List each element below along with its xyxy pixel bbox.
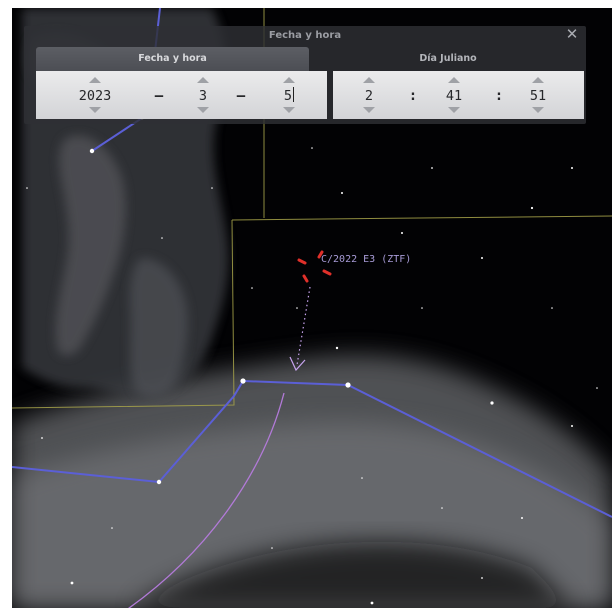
arrow-up-icon[interactable] xyxy=(197,77,209,83)
arrow-up-icon[interactable] xyxy=(283,77,295,83)
second-spinbox[interactable]: 51 xyxy=(514,71,562,119)
arrow-down-icon[interactable] xyxy=(89,107,101,113)
arrow-up-icon[interactable] xyxy=(532,77,544,83)
month-spinbox[interactable]: 3 xyxy=(178,71,228,119)
day-spinbox[interactable]: 5 xyxy=(264,71,314,119)
date-panel: 2023 – 3 – 5 xyxy=(36,71,327,119)
arrow-up-icon[interactable] xyxy=(448,77,460,83)
day-value-text: 5 xyxy=(283,88,293,104)
arrow-down-icon[interactable] xyxy=(532,107,544,113)
tab-date-time[interactable]: Fecha y hora xyxy=(36,47,309,71)
date-separator: – xyxy=(236,88,246,104)
arrow-down-icon[interactable] xyxy=(448,107,460,113)
month-value[interactable]: 3 xyxy=(178,87,228,105)
time-panel: 2 : 41 : 51 xyxy=(333,71,584,119)
minute-spinbox[interactable]: 41 xyxy=(430,71,478,119)
hour-spinbox[interactable]: 2 xyxy=(345,71,393,119)
time-separator: : xyxy=(494,88,504,104)
year-spinbox[interactable]: 2023 xyxy=(70,71,120,119)
hour-value[interactable]: 2 xyxy=(345,87,393,105)
time-separator: : xyxy=(408,88,418,104)
arrow-down-icon[interactable] xyxy=(363,107,375,113)
second-value[interactable]: 51 xyxy=(514,87,562,105)
close-icon[interactable]: ✕ xyxy=(564,25,580,43)
arrow-down-icon[interactable] xyxy=(197,107,209,113)
arrow-up-icon[interactable] xyxy=(363,77,375,83)
date-separator: – xyxy=(154,88,164,104)
tab-julian-day[interactable]: Día Juliano xyxy=(312,47,584,71)
text-caret xyxy=(293,87,295,102)
day-value[interactable]: 5 xyxy=(264,87,314,105)
dialog-title: Fecha y hora xyxy=(268,30,342,41)
year-value[interactable]: 2023 xyxy=(70,87,120,105)
milky-way xyxy=(12,355,612,608)
arrow-up-icon[interactable] xyxy=(89,77,101,83)
date-time-dialog: Fecha y hora ✕ Fecha y hora Día Juliano … xyxy=(24,25,586,124)
comet-trail xyxy=(289,286,311,372)
minute-value[interactable]: 41 xyxy=(430,87,478,105)
comet-label: C/2022 E3 (ZTF) xyxy=(321,254,412,265)
arrow-down-icon[interactable] xyxy=(283,107,295,113)
